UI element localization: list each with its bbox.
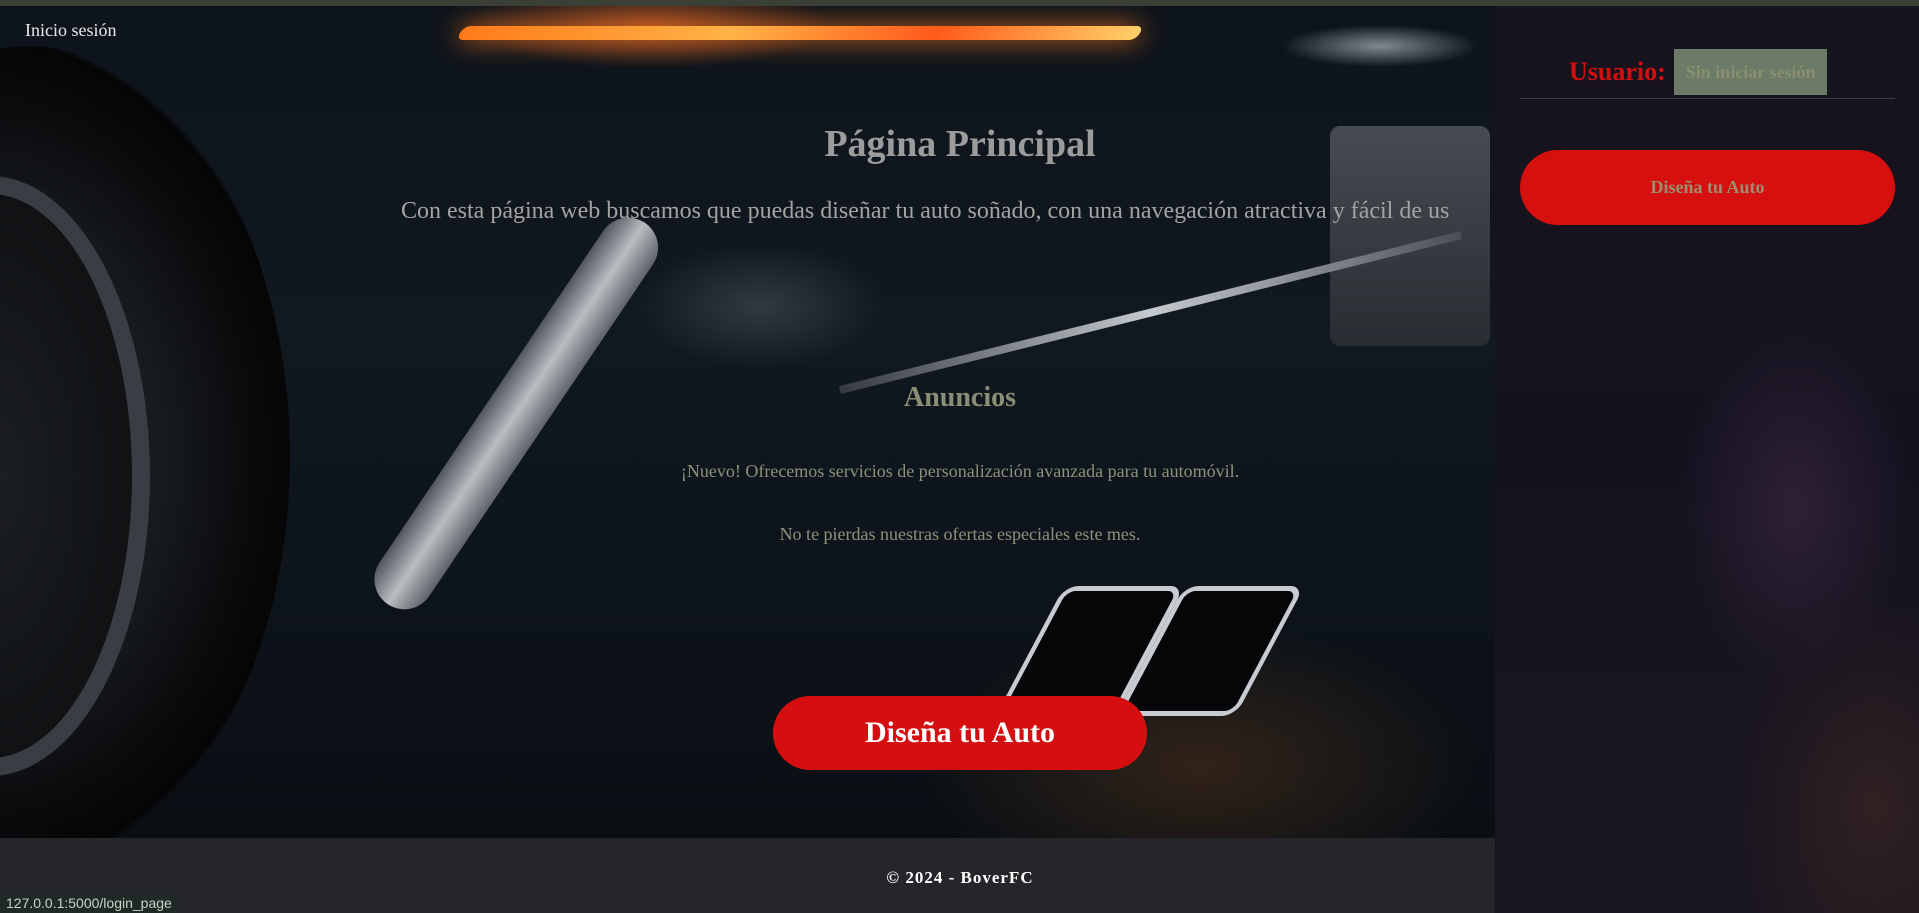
status-bar-url: 127.0.0.1:5000/login_page: [0, 894, 178, 913]
sidebar-divider: [1520, 98, 1895, 99]
user-status-badge: Sin iniciar sesión: [1673, 49, 1828, 95]
user-label: Usuario:: [1569, 57, 1666, 86]
car-taillight: [455, 26, 1145, 40]
login-link[interactable]: Inicio sesión: [25, 20, 117, 41]
user-info: Usuario: Sin iniciar sesión: [1569, 49, 1828, 95]
intro-text: Con esta página web buscamos que puedas …: [401, 198, 1450, 224]
sidebar-panel: [1495, 6, 1919, 913]
design-car-button[interactable]: Diseña tu Auto: [773, 696, 1147, 770]
sidebar-design-car-button[interactable]: Diseña tu Auto: [1520, 150, 1895, 225]
